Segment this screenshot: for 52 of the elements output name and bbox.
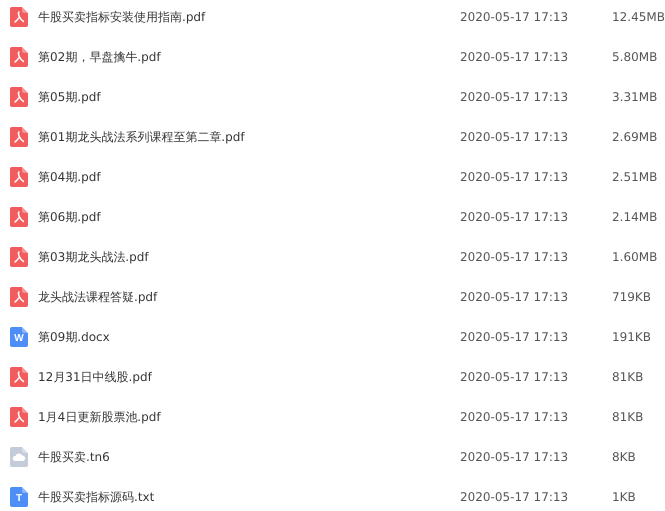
file-size: 2.14MB [612,210,658,224]
file-name[interactable]: 第04期.pdf [38,168,460,186]
file-size: 81KB [612,410,644,424]
file-name[interactable]: 牛股买卖指标安装使用指南.pdf [38,8,460,26]
file-name[interactable]: 第06期.pdf [38,208,460,226]
modified-date: 2020-05-17 17:13 [460,130,570,144]
pdf-file-icon [10,127,28,147]
word-file-icon: W [10,327,28,347]
file-name[interactable]: 牛股买卖.tn6 [38,448,460,466]
file-size: 81KB [612,370,644,384]
text-file-icon: T [10,487,28,507]
modified-date: 2020-05-17 17:13 [460,370,570,384]
pdf-file-icon [10,207,28,227]
file-size: 1.60MB [612,250,658,264]
file-name[interactable]: 第09期.docx [38,328,460,346]
file-size: 2.51MB [612,170,658,184]
modified-date: 2020-05-17 17:13 [460,50,570,64]
pdf-file-icon [10,7,28,27]
file-name[interactable]: 12月31日中线股.pdf [38,368,460,386]
pdf-file-icon [10,87,28,107]
modified-date: 2020-05-17 17:13 [460,490,570,504]
modified-date: 2020-05-17 17:13 [460,170,570,184]
modified-date: 2020-05-17 17:13 [460,450,570,464]
file-size: 12.45MB [612,10,665,24]
modified-date: 2020-05-17 17:13 [460,410,570,424]
pdf-file-icon [10,407,28,427]
pdf-file-icon [10,167,28,187]
modified-date: 2020-05-17 17:13 [460,250,570,264]
file-name[interactable]: 牛股买卖指标源码.txt [38,488,460,506]
file-size: 2.69MB [612,130,658,144]
modified-date: 2020-05-17 17:13 [460,10,570,24]
cloud-file-icon [10,447,28,467]
modified-date: 2020-05-17 17:13 [460,210,570,224]
file-size: 1KB [612,490,636,504]
pdf-file-icon [10,47,28,67]
file-name[interactable]: 第01期龙头战法系列课程至第二章.pdf [38,128,460,146]
file-size: 719KB [612,290,652,304]
pdf-file-icon [10,367,28,387]
file-size: 5.80MB [612,50,658,64]
file-name[interactable]: 1月4日更新股票池.pdf [38,408,460,426]
modified-date: 2020-05-17 17:13 [460,90,570,104]
file-name[interactable]: 龙头战法课程答疑.pdf [38,288,460,306]
file-size: 8KB [612,450,636,464]
pdf-file-icon [10,287,28,307]
file-name[interactable]: 第05期.pdf [38,88,460,106]
file-name[interactable]: 第02期，早盘擒牛.pdf [38,48,460,66]
file-size: 3.31MB [612,90,658,104]
pdf-file-icon [10,247,28,267]
file-size: 191KB [612,330,652,344]
file-name[interactable]: 第03期龙头战法.pdf [38,248,460,266]
modified-date: 2020-05-17 17:13 [460,330,570,344]
modified-date: 2020-05-17 17:13 [460,290,570,304]
